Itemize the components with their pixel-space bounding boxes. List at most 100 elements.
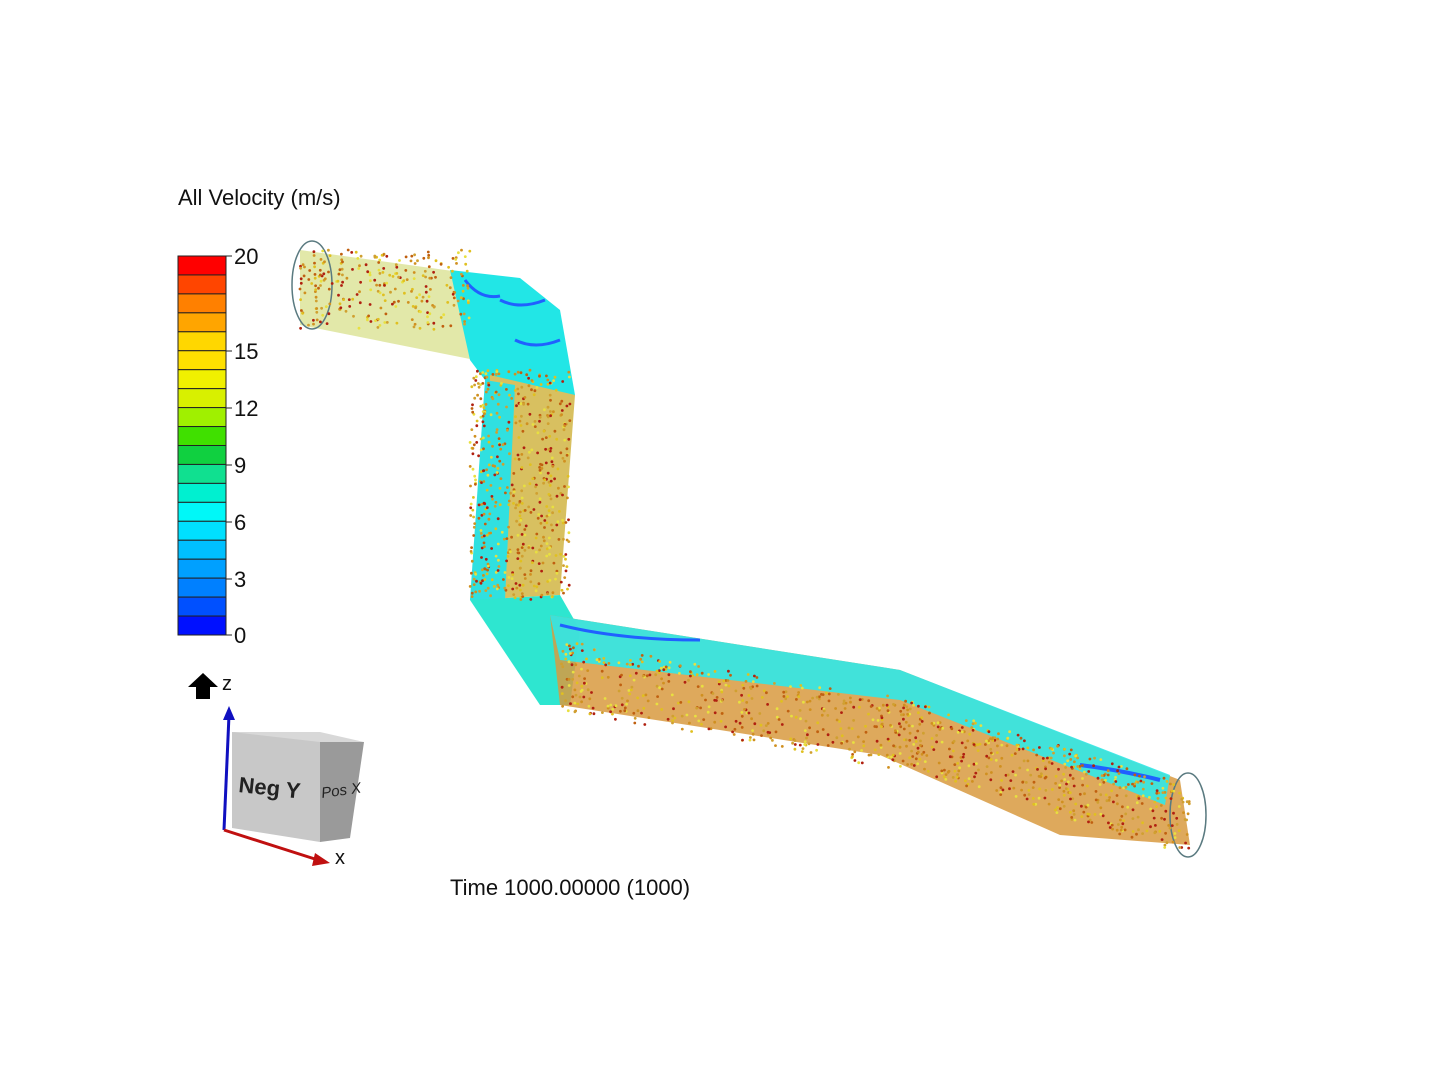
particle bbox=[1049, 756, 1053, 760]
particle bbox=[1094, 798, 1098, 802]
particle bbox=[505, 388, 508, 391]
particle bbox=[554, 388, 558, 392]
particle bbox=[1121, 805, 1124, 809]
particle bbox=[994, 758, 998, 762]
particle bbox=[908, 707, 912, 711]
particle bbox=[755, 684, 759, 688]
particle bbox=[451, 269, 454, 273]
particle bbox=[404, 269, 408, 272]
particle bbox=[513, 457, 517, 461]
particle bbox=[468, 465, 472, 468]
particle bbox=[538, 497, 542, 501]
particle bbox=[1133, 773, 1137, 777]
particle bbox=[697, 719, 701, 723]
particle bbox=[341, 273, 344, 277]
particle bbox=[1038, 787, 1041, 791]
particle bbox=[607, 662, 611, 665]
particle bbox=[535, 532, 539, 536]
particle bbox=[1131, 817, 1135, 820]
particle bbox=[1055, 811, 1059, 814]
particle bbox=[531, 477, 535, 480]
particle bbox=[574, 663, 578, 667]
particle bbox=[568, 644, 571, 648]
particle bbox=[997, 732, 1000, 736]
particle bbox=[808, 726, 811, 730]
particle bbox=[512, 490, 516, 494]
particle bbox=[930, 745, 934, 749]
particle bbox=[620, 703, 624, 707]
particle bbox=[474, 478, 477, 482]
particle bbox=[881, 703, 885, 707]
particle bbox=[432, 321, 436, 325]
particle bbox=[912, 703, 915, 707]
particle bbox=[617, 689, 621, 693]
particle bbox=[583, 681, 586, 685]
particle bbox=[383, 284, 386, 287]
particle bbox=[528, 368, 532, 372]
particle bbox=[482, 424, 486, 428]
viewport-3d[interactable]: All Velocity (m/s) 20 15 12 9 6 3 0 z Ne… bbox=[0, 0, 1440, 1080]
particle bbox=[523, 573, 527, 576]
particle bbox=[327, 248, 330, 252]
particle bbox=[489, 484, 493, 487]
particle bbox=[750, 697, 754, 700]
particle bbox=[1084, 772, 1088, 776]
particle bbox=[508, 452, 511, 456]
particle bbox=[1117, 765, 1121, 769]
particle bbox=[722, 679, 726, 683]
particle bbox=[471, 508, 475, 512]
particle bbox=[580, 688, 584, 692]
particle bbox=[800, 686, 804, 690]
particle bbox=[695, 706, 699, 710]
particle bbox=[554, 554, 558, 557]
particle bbox=[1014, 795, 1018, 798]
particle bbox=[746, 673, 750, 676]
particle bbox=[565, 643, 569, 646]
home-arrow-icon[interactable] bbox=[188, 673, 218, 699]
particle bbox=[393, 287, 397, 291]
particle bbox=[511, 587, 515, 591]
particle bbox=[749, 685, 752, 689]
particle bbox=[947, 769, 951, 773]
particle bbox=[540, 593, 544, 597]
particle bbox=[922, 750, 926, 754]
particle bbox=[461, 284, 465, 287]
particle bbox=[1159, 804, 1163, 807]
particle bbox=[470, 546, 473, 549]
particle bbox=[717, 680, 721, 684]
particle bbox=[875, 707, 879, 710]
particle bbox=[454, 258, 458, 261]
particle bbox=[469, 502, 473, 506]
particle bbox=[307, 323, 310, 327]
pipe-model[interactable] bbox=[291, 240, 1207, 858]
particle bbox=[784, 697, 788, 701]
particle bbox=[798, 709, 802, 712]
particle bbox=[485, 506, 489, 510]
particle bbox=[972, 743, 976, 746]
particle bbox=[905, 744, 908, 748]
particle bbox=[427, 253, 431, 257]
particle bbox=[782, 695, 786, 698]
particle bbox=[1186, 812, 1190, 816]
particle bbox=[867, 699, 871, 703]
tick-label: 9 bbox=[234, 453, 246, 478]
particle bbox=[319, 273, 322, 277]
particle bbox=[1014, 773, 1017, 777]
particle bbox=[495, 431, 498, 434]
orientation-widget[interactable]: z Neg Y Pos X x bbox=[188, 673, 364, 869]
particle bbox=[314, 295, 318, 299]
particle bbox=[1149, 825, 1152, 829]
particle bbox=[429, 288, 432, 291]
particle bbox=[877, 753, 881, 756]
particle bbox=[405, 278, 409, 281]
particle bbox=[425, 299, 429, 303]
particle bbox=[655, 702, 659, 706]
particle bbox=[486, 369, 490, 372]
particle bbox=[1094, 790, 1098, 793]
particle bbox=[699, 706, 702, 710]
particle bbox=[301, 311, 304, 315]
particle bbox=[862, 740, 865, 743]
particle bbox=[849, 700, 852, 704]
particle bbox=[479, 529, 483, 532]
particle bbox=[606, 675, 610, 679]
